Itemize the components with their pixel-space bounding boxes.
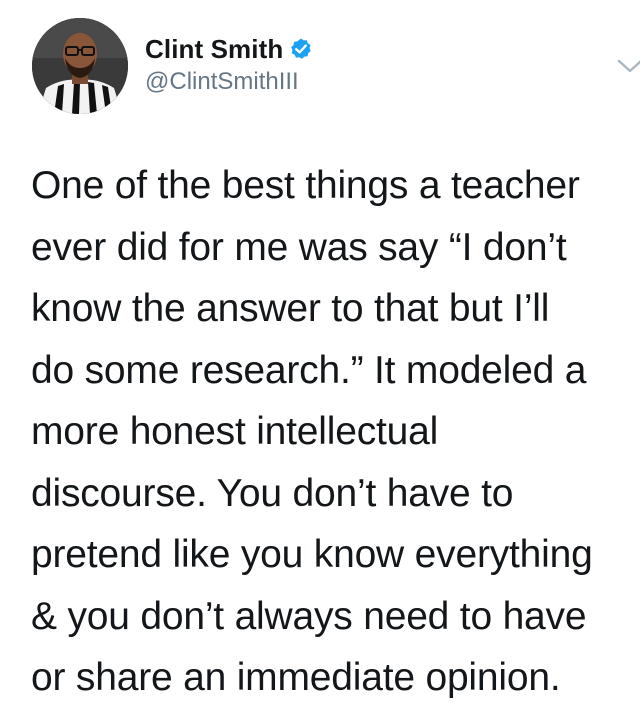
verified-badge-icon (289, 37, 313, 61)
user-avatar-image (32, 18, 128, 114)
tweet-text-line: know the answer to that but I’ll (31, 287, 550, 330)
tweet-text-line: One of the best things a teacher (31, 164, 580, 207)
author-identity: Clint Smith @ClintSmithIII (145, 32, 313, 96)
name-row: Clint Smith (145, 32, 313, 66)
tweet-text-line: discourse. You don’t have to (31, 471, 514, 515)
author-handle[interactable]: @ClintSmithIII (145, 68, 313, 96)
author-avatar[interactable] (32, 18, 128, 114)
tweet-text-line: pretend like you know everything (31, 533, 593, 576)
tweet-text-line: more honest intellectual (31, 410, 439, 453)
tweet-text: One of the best things a teacher ever di… (31, 155, 621, 709)
tweet-text-line: ever did for me was say “I don’t (31, 225, 567, 269)
tweet-text-line: & you don’t always need to have (31, 594, 587, 638)
tweet-header: Clint Smith @ClintSmithIII (32, 18, 640, 114)
tweet-card: Clint Smith @ClintSmithIII One of the be… (0, 0, 640, 715)
author-display-name[interactable]: Clint Smith (145, 34, 283, 65)
tweet-text-line: or share an immediate opinion. (31, 656, 561, 699)
chevron-down-icon[interactable] (615, 56, 640, 76)
tweet-text-line: do some research.” It modeled a (31, 348, 587, 392)
